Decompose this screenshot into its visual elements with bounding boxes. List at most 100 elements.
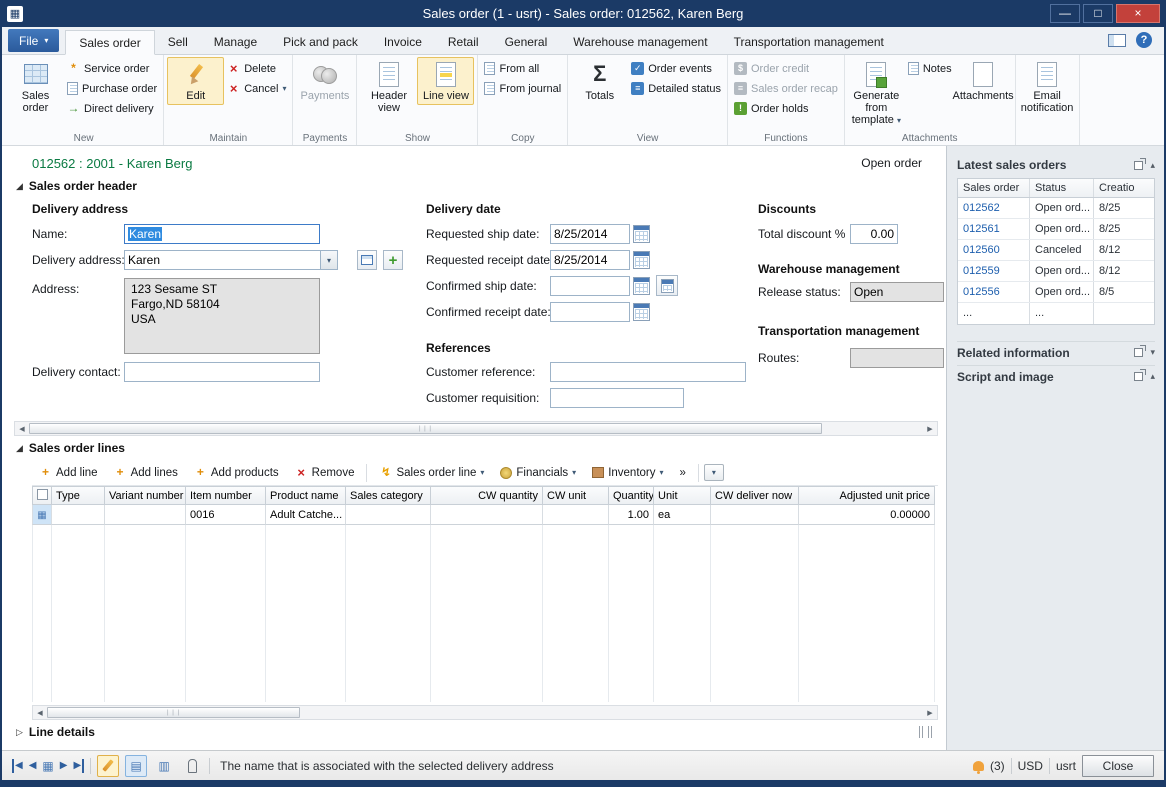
delivery-contact-input[interactable] — [124, 362, 320, 382]
cell-type[interactable] — [52, 505, 105, 525]
toolbar-overflow-button[interactable]: » — [673, 464, 693, 482]
company-indicator[interactable]: usrt — [1056, 759, 1076, 773]
from-journal-button[interactable]: From journal — [481, 81, 564, 96]
header-horizontal-scrollbar[interactable]: ◀ | | | ▶ — [14, 421, 938, 436]
nav-last-button[interactable]: ▶ — [73, 759, 84, 773]
section-line-details[interactable]: ▷ Line details — [2, 722, 946, 742]
tab-general[interactable]: General — [492, 29, 561, 54]
tab-transportation-management[interactable]: Transportation management — [721, 29, 897, 54]
edit-button[interactable]: Edit — [167, 57, 224, 105]
direct-delivery-button[interactable]: → Direct delivery — [64, 101, 160, 116]
tab-sell[interactable]: Sell — [155, 29, 201, 54]
nav-next-button[interactable]: ▶ — [60, 759, 68, 773]
statusbar-attachment-button[interactable] — [181, 755, 203, 777]
table-row[interactable]: ▦ 0016 Adult Catche... 1.00 ea 0.00000 — [32, 505, 935, 525]
order-link[interactable]: 012559 — [958, 261, 1030, 281]
col-product-name[interactable]: Product name — [266, 486, 346, 505]
service-order-button[interactable]: * Service order — [64, 61, 160, 76]
inventory-menu-button[interactable]: Inventory ▾ — [585, 464, 670, 482]
customer-reference-input[interactable] — [550, 362, 746, 382]
notification-count[interactable]: (3) — [990, 759, 1005, 773]
tab-manage[interactable]: Manage — [201, 29, 270, 54]
latest-collapse-chevron-icon[interactable]: ▴ — [1150, 160, 1155, 171]
popout-icon[interactable] — [1134, 161, 1143, 170]
section-sales-order-header[interactable]: ◢ Sales order header — [2, 176, 946, 196]
totals-button[interactable]: Σ Totals — [571, 57, 628, 105]
list-item[interactable]: 012560 Canceled 8/12 — [958, 240, 1154, 261]
notification-bell-icon[interactable] — [973, 761, 984, 771]
confirmed-receipt-date-input[interactable] — [550, 302, 630, 322]
fb-col-creation[interactable]: Creatio — [1094, 179, 1154, 197]
requested-ship-date-input[interactable]: 8/25/2014 — [550, 224, 630, 244]
statusbar-edit-button[interactable] — [97, 755, 119, 777]
tab-pick-and-pack[interactable]: Pick and pack — [270, 29, 371, 54]
fb-col-sales-order[interactable]: Sales order — [958, 179, 1030, 197]
notes-button[interactable]: Notes — [905, 61, 955, 76]
lines-scrollbar-thumb[interactable]: | | | — [47, 707, 300, 718]
cell-product-name[interactable]: Adult Catche... — [266, 505, 346, 525]
delivery-address-dropdown-icon[interactable]: ▾ — [320, 251, 337, 269]
close-form-button[interactable]: Close — [1082, 755, 1154, 777]
purchase-order-button[interactable]: Purchase order — [64, 81, 160, 96]
generate-from-template-button[interactable]: Generate from template ▾ — [848, 57, 905, 130]
tab-invoice[interactable]: Invoice — [371, 29, 435, 54]
cell-cw-unit[interactable] — [543, 505, 609, 525]
scroll-left-icon[interactable]: ◀ — [15, 425, 29, 433]
details-view-toggle-button[interactable]: ▥ — [153, 755, 175, 777]
edit-address-button[interactable] — [357, 250, 377, 270]
cell-adjusted-unit-price[interactable]: 0.00000 — [799, 505, 935, 525]
delivery-address-combobox[interactable]: Karen ▾ — [124, 250, 338, 270]
maximize-button[interactable]: □ — [1083, 4, 1113, 23]
cell-cw-deliver-now[interactable] — [711, 505, 799, 525]
select-all-checkbox[interactable] — [37, 489, 48, 500]
script-collapse-chevron-icon[interactable]: ▴ — [1150, 371, 1155, 382]
grid-view-toggle-button[interactable]: ▤ — [125, 755, 147, 777]
script-popout-icon[interactable] — [1134, 372, 1143, 381]
customer-requisition-input[interactable] — [550, 388, 684, 408]
total-discount-input[interactable]: 0.00 — [850, 224, 898, 244]
nav-first-button[interactable]: ◀ — [12, 759, 23, 773]
requested-receipt-date-calendar-icon[interactable] — [633, 251, 650, 269]
col-quantity[interactable]: Quantity — [609, 486, 654, 505]
cell-cw-quantity[interactable] — [431, 505, 543, 525]
list-item[interactable]: 012562 Open ord... 8/25 — [958, 198, 1154, 219]
payments-button[interactable]: Payments — [296, 57, 353, 105]
lines-scroll-right-icon[interactable]: ▶ — [923, 709, 937, 717]
cell-sales-category[interactable] — [346, 505, 431, 525]
help-icon[interactable]: ? — [1136, 32, 1152, 48]
order-events-button[interactable]: ✓ Order events — [628, 61, 724, 76]
related-collapse-chevron-icon[interactable]: ▾ — [1150, 347, 1155, 358]
confirmed-ship-date-input[interactable] — [550, 276, 630, 296]
tab-retail[interactable]: Retail — [435, 29, 492, 54]
col-adjusted-unit-price[interactable]: Adjusted unit price — [799, 486, 935, 505]
from-all-button[interactable]: From all — [481, 61, 564, 76]
grid-nav-icon[interactable]: ▦ — [42, 759, 53, 773]
order-holds-button[interactable]: ! Order holds — [731, 101, 841, 116]
section-sales-order-lines[interactable]: ◢ Sales order lines — [2, 438, 946, 458]
factbox-related-information-header[interactable]: Related information ▾ — [957, 341, 1155, 363]
confirmed-ship-date-calendar-icon[interactable] — [633, 277, 650, 295]
cancel-button[interactable]: × Cancel ▾ — [224, 81, 289, 96]
list-item[interactable]: 012561 Open ord... 8/25 — [958, 219, 1154, 240]
header-view-button[interactable]: Header view — [360, 57, 417, 117]
sales-order-line-menu-button[interactable]: ↯ Sales order line ▾ — [372, 463, 491, 482]
col-item-number[interactable]: Item number — [186, 486, 266, 505]
list-item[interactable]: ... ... — [958, 303, 1154, 324]
name-input[interactable]: Karen — [124, 224, 320, 244]
confirm-date-update-button[interactable] — [656, 275, 678, 296]
fb-col-status[interactable]: Status — [1030, 179, 1094, 197]
add-lines-button[interactable]: + Add lines — [107, 463, 185, 482]
list-item[interactable]: 012556 Open ord... 8/5 — [958, 282, 1154, 303]
confirmed-receipt-date-calendar-icon[interactable] — [633, 303, 650, 321]
col-unit[interactable]: Unit — [654, 486, 711, 505]
add-products-button[interactable]: + Add products — [187, 463, 286, 482]
detailed-status-button[interactable]: ≡ Detailed status — [628, 81, 724, 96]
order-link[interactable]: 012561 — [958, 219, 1030, 239]
tab-sales-order[interactable]: Sales order — [65, 30, 154, 55]
cell-quantity[interactable]: 1.00 — [609, 505, 654, 525]
workspace-layout-icon[interactable] — [1108, 34, 1126, 47]
email-notification-button[interactable]: Email notification — [1019, 57, 1076, 117]
sales-order-button[interactable]: Sales order — [7, 57, 64, 117]
grip-icon-2[interactable] — [928, 726, 932, 738]
requested-ship-date-calendar-icon[interactable] — [633, 225, 650, 243]
